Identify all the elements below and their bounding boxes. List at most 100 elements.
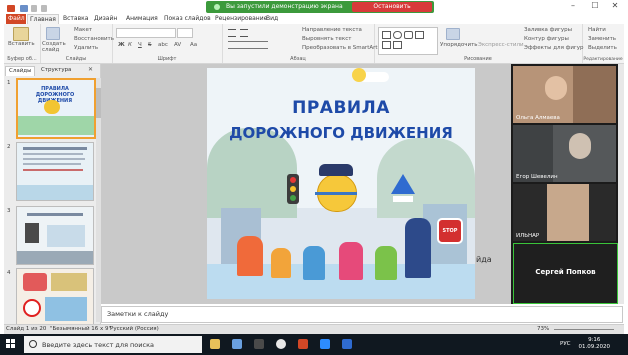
tab-file[interactable]: Файл [6,14,26,24]
spacing-button[interactable]: AV [174,42,181,48]
select-button[interactable]: Выделить [588,45,617,51]
tab-home[interactable]: Главная [27,14,59,24]
slide-title-line1: ПРАВИЛА [292,98,390,118]
align-text-button[interactable]: Выровнять текст [302,36,351,42]
paste-button[interactable]: Вставить [8,41,35,47]
taskbar: Введите здесь текст для поиска РУС 9:16 … [0,334,628,355]
file-explorer-icon[interactable] [210,339,220,349]
smartart-button[interactable]: Преобразовать в SmartArt [302,45,378,51]
slide-thumbnail-3[interactable] [16,206,94,265]
paste-icon[interactable] [13,27,29,41]
align-icons[interactable] [228,41,268,49]
language-indicator[interactable]: Русский (Россия) [110,326,159,332]
shadow-button[interactable]: abc [158,42,168,48]
case-button[interactable]: Aa [190,42,197,48]
shape-effects-button[interactable]: Эффекты для фигур [524,45,584,51]
tab-insert[interactable]: Вставка [61,14,90,24]
slide-thumbnail-2[interactable] [16,142,94,201]
underline-button[interactable]: Ч [138,42,142,48]
shapes-gallery[interactable] [378,27,438,55]
chrome-icon[interactable] [276,339,286,349]
numbering-icon[interactable] [240,29,248,37]
windows-logo-icon [6,344,10,348]
delete-button[interactable]: Удалить [74,45,98,51]
slides-label: Слайды [65,56,87,62]
child-figure [339,242,363,280]
bullets-icon[interactable] [228,29,236,37]
find-button[interactable]: Найти [588,27,606,33]
video-tile-3[interactable]: ИЛЬНАР [513,184,616,241]
reset-button[interactable]: Восстановить [74,36,114,42]
tab-animation[interactable]: Анимация [124,14,160,24]
shape-fill-button[interactable]: Заливка фигуры [524,27,572,33]
video-tile-4[interactable]: Сергей Попков [513,243,618,304]
oval-shape-icon[interactable] [393,31,402,39]
stop-share-button[interactable]: Остановить демонстрацию [352,2,432,20]
tab-slideshow[interactable]: Показ слайдов [162,14,213,24]
text-direction-button[interactable]: Направление текста [302,27,362,33]
editing-group: Найти Заменить Выделить Редактирование [582,24,624,63]
video-tile-1[interactable]: Ольга Алмаева [513,66,616,123]
italic-button[interactable]: К [128,42,132,48]
rectangle-shape-icon[interactable] [382,31,391,39]
star-shape-icon[interactable] [393,41,402,49]
zoom-slider[interactable] [554,329,614,330]
start-button[interactable] [6,339,16,349]
thumb-ground [17,251,93,264]
windows-logo-icon [11,344,15,348]
paragraph-label: Абзац [290,56,306,62]
shape-outline-button[interactable]: Контур фигуры [524,36,569,42]
thumb-text-line [23,153,83,155]
strike-button[interactable]: S [148,42,152,48]
close-button[interactable]: ✕ [608,1,622,11]
share-icon [214,4,220,10]
powerpoint-taskbar-icon[interactable] [298,339,308,349]
tab-review[interactable]: Рецензирование [213,14,269,24]
word-icon[interactable] [342,339,352,349]
undo-icon[interactable] [31,5,37,12]
layout-button[interactable]: Макет [74,27,92,33]
tab-slides-pane[interactable]: Слайды [5,66,36,76]
clock[interactable]: 9:16 01.09.2020 [579,337,611,351]
tab-view[interactable]: Вид [264,14,280,24]
bold-button[interactable]: Ж [118,42,125,48]
arrange-button[interactable]: Упорядочить [440,42,478,48]
font-size-select[interactable] [177,28,193,38]
font-name-select[interactable] [116,28,176,38]
tab-outline-pane[interactable]: Структура [38,66,74,75]
line-shape-icon[interactable] [415,31,424,39]
close-pane-icon[interactable]: ✕ [88,66,93,73]
taskbar-search[interactable]: Введите здесь текст для поиска [24,336,202,353]
notes-pane[interactable]: Заметки к слайду [101,306,623,323]
pedestrian-sign-icon [391,174,415,194]
slide-title-line2: ДОРОЖНОГО ДВИЖЕНИЯ [229,124,453,142]
zoom-icon[interactable] [320,339,330,349]
quick-styles-button[interactable]: Экспресс-стили [478,42,524,48]
maximize-button[interactable]: ☐ [588,1,602,11]
thumb-text-line [23,169,83,171]
thumb-text-line [23,158,85,160]
current-slide[interactable]: ПРАВИЛА ДОРОЖНОГО ДВИЖЕНИЯ STOP [207,68,475,299]
save-icon[interactable] [20,5,28,12]
minimize-button[interactable]: – [566,1,580,11]
arrow-shape-icon[interactable] [382,41,391,49]
app-icon[interactable] [254,339,264,349]
language-switch[interactable]: РУС [560,341,571,347]
slide-thumbnail-1[interactable]: ПРАВИЛА ДОРОЖНОГО ДВИЖЕНИЯ [16,78,96,139]
rounded-shape-icon[interactable] [404,31,413,39]
zoom-level[interactable]: 73% [537,326,549,332]
zoom-share-banner: Вы запустили демонстрацию экрана Останов… [206,1,434,20]
slide-thumbnail-4[interactable] [16,268,94,327]
new-slide-icon[interactable] [46,27,60,40]
new-slide-button[interactable]: Создать слайд [42,41,68,53]
red-light [290,177,296,183]
tab-design[interactable]: Дизайн [92,14,119,24]
editor-scrollbar[interactable] [618,64,624,304]
windows-logo-icon [11,339,15,343]
task-view-icon[interactable] [232,339,242,349]
replace-button[interactable]: Заменить [588,36,616,42]
video-tile-2[interactable]: Егор Шевелин [513,125,616,182]
arrange-icon[interactable] [446,28,460,40]
editing-label: Редактирование [583,57,623,62]
redo-icon[interactable] [41,5,47,12]
